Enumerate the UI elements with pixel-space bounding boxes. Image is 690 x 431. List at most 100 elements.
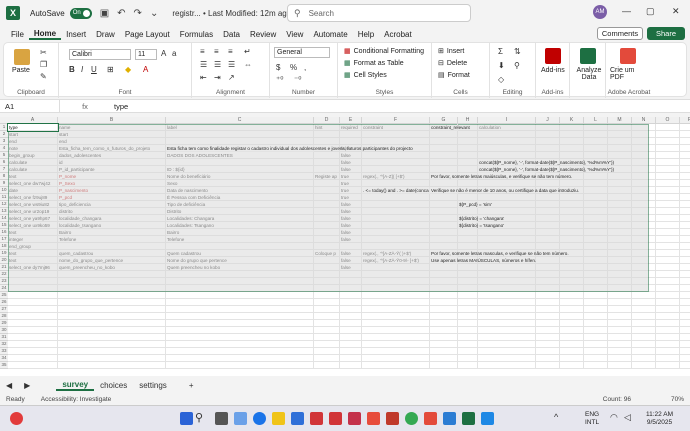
grid-cell[interactable] (458, 166, 478, 173)
grid-cell[interactable]: P_nascimento (58, 187, 166, 194)
font-size-select[interactable]: 11 (135, 49, 157, 60)
grid-cell[interactable] (584, 194, 608, 201)
grid-cell[interactable] (430, 194, 458, 201)
conditional-formatting-button[interactable]: ▦ Conditional Formatting (344, 47, 424, 56)
grid-cell[interactable] (340, 341, 362, 348)
grid-cell[interactable] (362, 264, 430, 271)
grid-cell[interactable]: Telefone (166, 236, 314, 243)
grid-cell[interactable] (8, 306, 58, 313)
grid-cell[interactable]: start (8, 131, 58, 138)
grid-cell[interactable] (536, 152, 560, 159)
grid-cell[interactable] (58, 313, 166, 320)
grid-cell[interactable] (314, 306, 340, 313)
grid-cell[interactable] (632, 208, 656, 215)
grid-cell[interactable] (536, 278, 560, 285)
row-header[interactable]: 27 (0, 306, 8, 313)
sheet-tab-choices[interactable]: choices (94, 381, 133, 390)
grid-cell[interactable] (656, 292, 680, 299)
grid-cell[interactable] (656, 180, 680, 187)
grid-cell[interactable] (430, 236, 458, 243)
grid-cell[interactable] (314, 264, 340, 271)
grid-cell[interactable] (656, 243, 680, 250)
grid-cell[interactable] (536, 341, 560, 348)
grid-cell[interactable] (680, 299, 690, 306)
grid-cell[interactable] (314, 334, 340, 341)
format-painter-icon[interactable]: ✎ (40, 72, 47, 81)
grid-cell[interactable] (584, 341, 608, 348)
grid-cell[interactable] (362, 152, 430, 159)
grid-cell[interactable] (632, 173, 656, 180)
grid-cell[interactable] (680, 159, 690, 166)
app-red-icon[interactable] (329, 412, 342, 425)
grid-cell[interactable] (458, 271, 478, 278)
grid-cell[interactable] (608, 271, 632, 278)
grid-cell[interactable] (362, 166, 430, 173)
grid-cell[interactable] (656, 355, 680, 362)
grid-cell[interactable] (314, 292, 340, 299)
shrink-font-icon[interactable]: a (172, 49, 176, 58)
grid-cell[interactable] (362, 243, 430, 250)
grid-cell[interactable] (632, 194, 656, 201)
row-header[interactable]: 31 (0, 334, 8, 341)
grid-cell[interactable]: true (340, 194, 362, 201)
grid-cell[interactable] (430, 355, 458, 362)
create-pdf-button[interactable]: Crie um PDF (610, 67, 650, 81)
column-header-h[interactable]: H (458, 117, 478, 124)
grid-cell[interactable]: localidade_tsangano (58, 222, 166, 229)
add-sheet-icon[interactable]: + (183, 381, 200, 390)
grid-cell[interactable] (608, 334, 632, 341)
grid-cell[interactable] (166, 348, 314, 355)
column-header-e[interactable]: E (340, 117, 362, 124)
currency-icon[interactable]: $ (276, 63, 280, 72)
grid-cell[interactable] (340, 292, 362, 299)
column-header-j[interactable]: J (536, 117, 560, 124)
grid-cell[interactable] (536, 215, 560, 222)
grid-cell[interactable] (680, 173, 690, 180)
indent-increase-icon[interactable]: ⇥ (214, 73, 221, 82)
grid-cell[interactable] (340, 138, 362, 145)
underline-icon[interactable]: U (91, 65, 97, 74)
grid-cell[interactable] (560, 257, 584, 264)
grid-cell[interactable]: P_nome (58, 173, 166, 180)
grid-cell[interactable] (608, 173, 632, 180)
grid-cell[interactable] (340, 362, 362, 369)
grid-cell[interactable] (584, 236, 608, 243)
grid-cell[interactable] (458, 313, 478, 320)
grid-cell[interactable] (656, 271, 680, 278)
grid-cell[interactable] (362, 362, 430, 369)
grid-cell[interactable] (632, 306, 656, 313)
grid-cell[interactable] (608, 124, 632, 131)
increase-decimal-icon[interactable]: ⁺⁰ (276, 75, 283, 84)
grid-cell[interactable]: quem_cadastrou (58, 250, 166, 257)
grid-cell[interactable] (362, 320, 430, 327)
grid-cell[interactable] (536, 208, 560, 215)
grid-cell[interactable] (632, 341, 656, 348)
taskbar-clock[interactable]: 11:22 AM 9/5/2025 (646, 411, 673, 427)
italic-icon[interactable]: I (81, 65, 83, 74)
sheet-tab-settings[interactable]: settings (133, 381, 173, 390)
grid-cell[interactable] (536, 362, 560, 369)
volume-icon[interactable]: ◁ (624, 412, 637, 425)
grid-cell[interactable] (584, 187, 608, 194)
grid-cell[interactable] (656, 215, 680, 222)
grid-cell[interactable] (584, 306, 608, 313)
grid-cell[interactable] (560, 236, 584, 243)
grid-cell[interactable]: ${P_pcd} = 'sim' (458, 201, 492, 208)
grid-cell[interactable] (314, 243, 340, 250)
grid-cell[interactable] (560, 152, 584, 159)
menu-item-insert[interactable]: Insert (61, 30, 91, 39)
app-red2-icon[interactable] (367, 412, 380, 425)
row-header[interactable]: 29 (0, 320, 8, 327)
bold-icon[interactable]: B (69, 65, 75, 74)
grid-cell[interactable] (584, 229, 608, 236)
grid-cell[interactable] (362, 229, 430, 236)
grid-cell[interactable] (680, 306, 690, 313)
grid-cell[interactable] (458, 208, 478, 215)
grid-cell[interactable] (584, 257, 608, 264)
grid-cell[interactable] (560, 327, 584, 334)
grid-cell[interactable] (166, 313, 314, 320)
grid-cell[interactable] (608, 208, 632, 215)
avatar[interactable]: AM (593, 5, 607, 19)
grid-cell[interactable] (362, 327, 430, 334)
grid-cell[interactable] (314, 299, 340, 306)
